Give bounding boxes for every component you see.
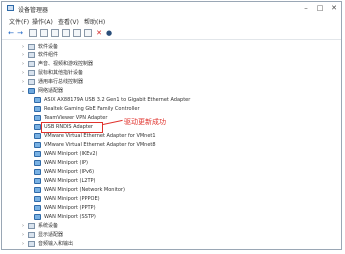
usb-icon: [28, 79, 35, 85]
maximize-button[interactable]: □: [314, 4, 326, 13]
window-title: 设备管理器: [18, 7, 49, 14]
help-icon[interactable]: [51, 29, 59, 37]
network-adapter-icon: [34, 142, 41, 148]
uninstall-icon[interactable]: ✕: [95, 29, 103, 37]
network-adapter-icon: [34, 151, 41, 157]
scan-hardware-icon[interactable]: [73, 29, 81, 37]
collapse-arrow-icon[interactable]: ⌄: [20, 87, 26, 95]
network-adapter-icon: [34, 124, 41, 130]
view-icon[interactable]: [62, 29, 70, 37]
menu-bar: 文件(F) 操作(A) 查看(V) 帮助(H): [2, 16, 341, 26]
update-driver-icon[interactable]: [84, 29, 92, 37]
device-manager-icon: [7, 5, 14, 11]
expand-arrow-icon[interactable]: ›: [20, 78, 26, 86]
audio-icon: [28, 241, 35, 247]
expand-arrow-icon[interactable]: ›: [20, 231, 26, 239]
highlight-box: [41, 122, 103, 133]
expand-arrow-icon[interactable]: ›: [20, 60, 26, 68]
forward-arrow-icon[interactable]: →: [16, 29, 24, 37]
network-adapter-icon: [34, 187, 41, 193]
software-component-icon: [28, 52, 35, 58]
network-adapter-icon: [34, 169, 41, 175]
software-device-icon: [28, 44, 35, 50]
expand-arrow-icon[interactable]: ›: [20, 43, 26, 51]
title-bar: 设备管理器 – □ ✕: [2, 2, 341, 15]
menu-action[interactable]: 操作(A): [32, 17, 53, 26]
network-adapter-icon: [34, 133, 41, 139]
system-device-icon: [28, 223, 35, 229]
menu-file[interactable]: 文件(F): [9, 17, 29, 26]
close-button[interactable]: ✕: [328, 4, 340, 13]
network-adapter-icon: [34, 178, 41, 184]
expand-arrow-icon[interactable]: ›: [20, 51, 26, 59]
properties-icon[interactable]: [29, 29, 37, 37]
network-adapter-icon: [34, 106, 41, 112]
menu-view[interactable]: 查看(V): [58, 17, 79, 26]
network-adapter-icon: [34, 214, 41, 220]
back-arrow-icon[interactable]: ←: [7, 29, 15, 37]
network-adapter-icon: [34, 160, 41, 166]
mouse-icon: [28, 70, 35, 76]
show-list-icon[interactable]: [40, 29, 48, 37]
expand-arrow-icon[interactable]: ›: [20, 69, 26, 77]
network-adapter-icon: [34, 97, 41, 103]
speaker-icon: [28, 61, 35, 67]
minimize-button[interactable]: –: [300, 4, 312, 13]
network-adapter-icon: [34, 205, 41, 211]
network-adapter-icon: [28, 88, 35, 94]
toolbar: ← → ✕ ●: [2, 27, 341, 40]
network-adapter-icon: [34, 196, 41, 202]
enable-device-icon[interactable]: ●: [105, 29, 113, 37]
expand-arrow-icon[interactable]: ›: [20, 240, 26, 248]
network-adapter-icon: [34, 115, 41, 121]
monitor-icon: [28, 232, 35, 238]
expand-arrow-icon[interactable]: ›: [20, 222, 26, 230]
menu-help[interactable]: 帮助(H): [84, 17, 105, 26]
annotation-label: 驱动更新成功: [124, 118, 166, 126]
